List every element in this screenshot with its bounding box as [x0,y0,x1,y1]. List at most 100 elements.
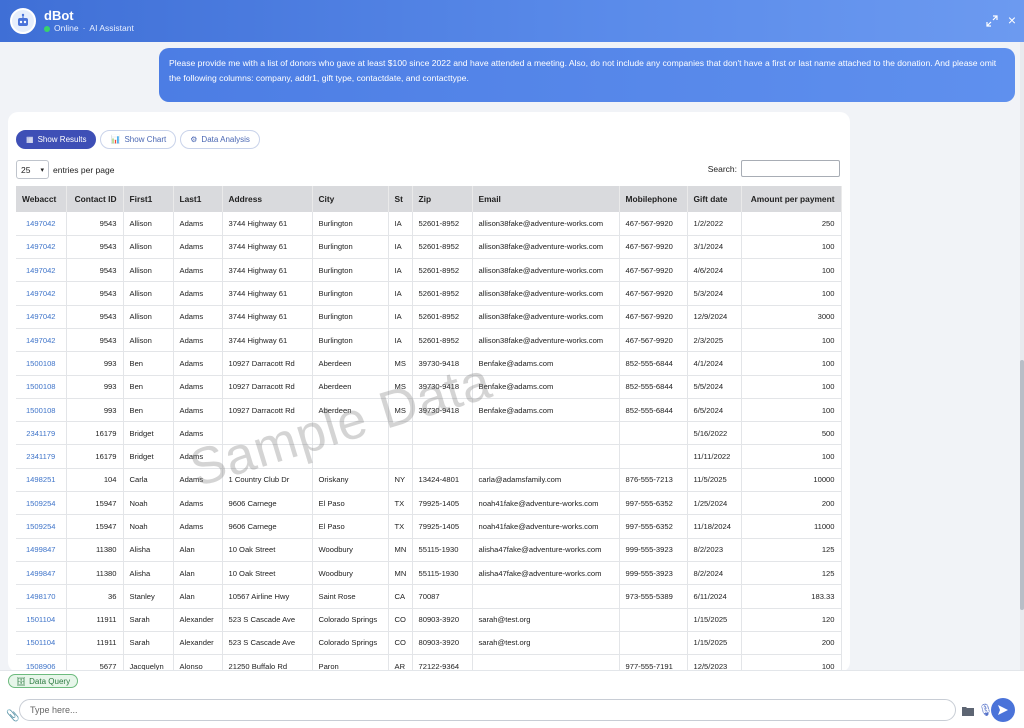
webacct-link[interactable]: 1500108 [16,398,67,423]
data-query-chip[interactable]: 🗄 Data Query [8,674,79,688]
column-header[interactable]: Gift date [687,186,742,212]
webacct-link[interactable]: 1509254 [16,491,67,516]
webacct-link[interactable]: 1499847 [16,538,67,562]
webacct-link[interactable]: 1497042 [16,305,67,329]
table-cell: IA [388,212,413,236]
table-cell [619,444,688,469]
column-header[interactable]: Address [222,186,313,212]
webacct-link[interactable]: 1497042 [16,235,67,260]
tab-label: Show Results [37,135,87,144]
webacct-link[interactable]: 1509254 [16,514,67,539]
table-body: 1497042 9543 Allison Adams 3744 Highway 61 Bu… [16,212,842,672]
table-cell: Woodbury [312,538,389,562]
table-row: 1501104 11911 Sarah Alexander 523 S Cascade … [16,631,842,656]
table-cell [312,421,389,446]
table-cell: 100 [741,258,842,283]
column-header[interactable]: First1 [123,186,174,212]
table-cell: 467-567-9920 [619,235,688,260]
search-input[interactable] [741,160,840,177]
webacct-link[interactable]: 1497042 [16,212,67,236]
table-cell: MS [388,375,413,399]
tab-show-chart[interactable]: 📊 Show Chart [100,130,177,149]
table-cell: 100 [741,398,842,423]
table-cell: 3744 Highway 61 [222,281,313,306]
table-cell: 79925-1405 [412,491,473,516]
send-button[interactable] [991,698,1015,722]
table-cell: Allison [123,328,174,353]
table-cell: alisha47fake@adventure-works.com [472,561,620,586]
chip-label: Data Query [29,676,71,686]
table-row: 1500108 993 Ben Adams 10927 Darracott Rd Aber… [16,375,842,399]
webacct-link[interactable]: 2341179 [16,421,67,446]
table-cell: Sarah [123,631,174,656]
table-cell: noah41fake@adventure-works.com [472,514,620,539]
table-cell: allison38fake@adventure-works.com [472,305,620,329]
table-row: 1497042 9543 Allison Adams 3744 Highway 61 Bu… [16,305,842,329]
paperclip-icon[interactable]: 📎 [6,709,20,722]
table-cell: alisha47fake@adventure-works.com [472,538,620,562]
tab-data-analysis[interactable]: ⚙ Data Analysis [180,130,260,149]
column-header[interactable]: Contact ID [66,186,124,212]
table-cell: 11380 [66,538,124,562]
table-cell: 10927 Darracott Rd [222,351,313,376]
tab-show-results[interactable]: ▦ Show Results [16,130,97,149]
table-cell: 10927 Darracott Rd [222,375,313,399]
message-input[interactable]: Type here... [19,699,956,721]
page-length-select[interactable]: 25 ▾ [16,160,49,179]
table-cell: 15947 [66,491,124,516]
webacct-link[interactable]: 1500108 [16,375,67,399]
column-header[interactable]: Email [472,186,620,212]
column-header[interactable]: City [312,186,389,212]
database-icon: 🗄 [16,676,27,686]
column-header[interactable]: Zip [412,186,473,212]
table-cell: 993 [66,375,124,399]
webacct-link[interactable]: 1498170 [16,584,67,609]
webacct-link[interactable]: 1501104 [16,631,67,656]
column-header[interactable]: Last1 [173,186,223,212]
close-icon[interactable]: × [1008,13,1016,27]
table-cell: 1/2/2022 [687,212,742,236]
folder-icon[interactable] [962,706,974,716]
table-cell: Adams [173,212,223,236]
status-line: Online · AI Assistant [44,23,134,34]
column-header[interactable]: Mobilephone [619,186,688,212]
webacct-link[interactable]: 1497042 [16,328,67,353]
table-cell: Adams [173,235,223,260]
webacct-link[interactable]: 1501104 [16,608,67,632]
chat-scrollbar-thumb[interactable] [1020,360,1024,610]
result-tabs: ▦ Show Results 📊 Show Chart ⚙ Data Analy… [16,130,260,149]
table-cell: 997-555-6352 [619,491,688,516]
user-message-bubble: Please provide me with a list of donors … [159,48,1015,102]
column-header[interactable]: Webacct [16,186,67,212]
table-cell [619,421,688,446]
table-cell: Carla [123,468,174,493]
table-cell: 5/16/2022 [687,421,742,446]
webacct-link[interactable]: 1500108 [16,351,67,376]
table-search: Search: [708,160,840,177]
table-cell: 3744 Highway 61 [222,305,313,329]
table-cell: Burlington [312,305,389,329]
table-row: 1497042 9543 Allison Adams 3744 Highway 61 Bu… [16,328,842,353]
webacct-link[interactable]: 1497042 [16,258,67,283]
table-cell: Adams [173,444,223,469]
column-header[interactable]: Amount per payment [741,186,842,212]
table-cell: 52601-8952 [412,281,473,306]
webacct-link[interactable]: 1499847 [16,561,67,586]
table-cell: 16179 [66,421,124,446]
table-cell: 523 S Cascade Ave [222,631,313,656]
table-cell: Adams [173,328,223,353]
table-row: 1499847 11380 Alisha Alan 10 Oak Street Woodb… [16,561,842,586]
webacct-link[interactable]: 2341179 [16,444,67,469]
webacct-link[interactable]: 1497042 [16,281,67,306]
table-cell: 39730-9418 [412,375,473,399]
table-cell: 9543 [66,281,124,306]
webacct-link[interactable]: 1498251 [16,468,67,493]
table-cell: 10 Oak Street [222,538,313,562]
table-cell: Adams [173,258,223,283]
chat-footer: 🗄 Data Query 📎 Type here... 🎙 [0,670,1024,728]
table-cell: Allison [123,281,174,306]
column-header[interactable]: St [388,186,413,212]
table-cell: 52601-8952 [412,212,473,236]
expand-icon[interactable] [986,15,998,27]
table-cell: IA [388,258,413,283]
